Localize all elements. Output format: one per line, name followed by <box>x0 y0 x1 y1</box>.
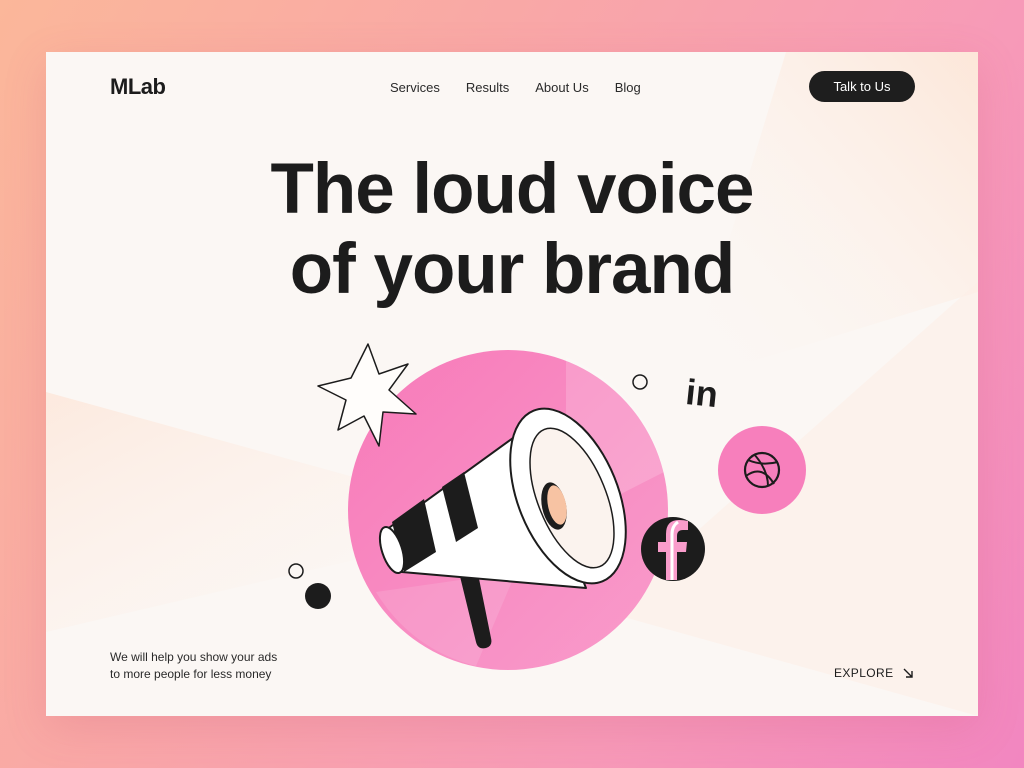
tagline-line-1: We will help you show your ads <box>110 650 278 664</box>
landing-page-card: MLab Services Results About Us Blog Talk… <box>46 52 978 716</box>
hero-tagline: We will help you show your ads to more p… <box>110 649 277 683</box>
tagline-line-2: to more people for less money <box>110 667 272 681</box>
explore-label: EXPLORE <box>834 666 894 680</box>
linkedin-icon[interactable]: in <box>684 371 720 415</box>
arrow-down-right-icon <box>903 668 913 678</box>
hero-illustration: in <box>288 343 806 670</box>
facebook-icon[interactable] <box>641 517 705 581</box>
explore-link[interactable]: EXPLORE <box>834 666 914 680</box>
small-ring-top <box>632 374 648 390</box>
small-dot-left <box>305 583 331 609</box>
svg-text:in: in <box>684 371 720 415</box>
small-ring-left <box>288 563 304 579</box>
dribbble-icon[interactable] <box>718 426 806 514</box>
